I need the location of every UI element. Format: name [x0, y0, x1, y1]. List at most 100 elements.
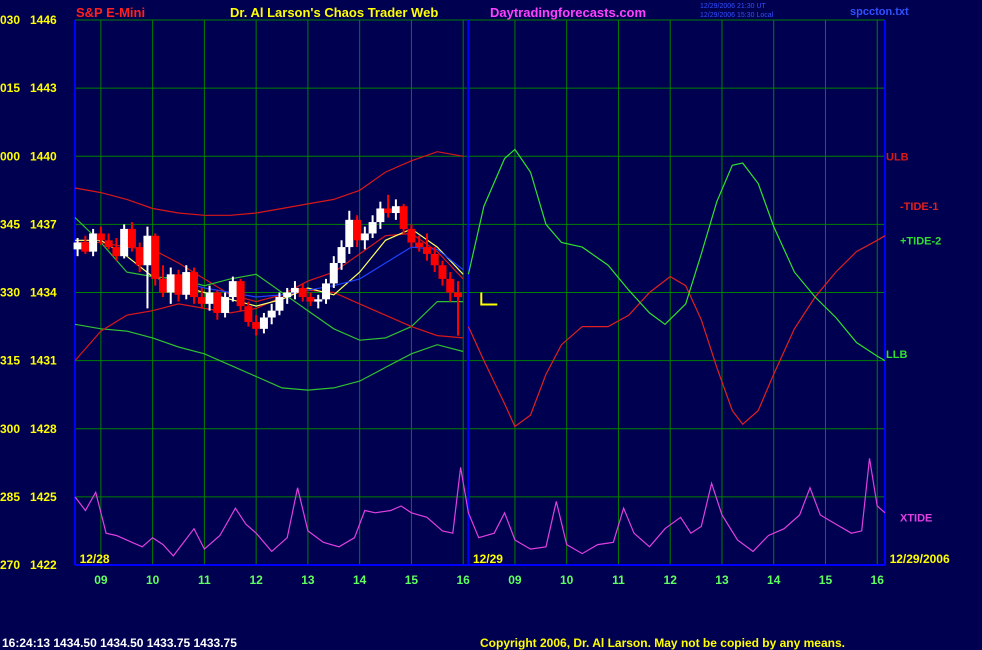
x-tick-3: 12 — [249, 573, 263, 587]
y-tick-price-6: 1428 — [30, 422, 57, 436]
y-tick-price-4: 1434 — [30, 286, 57, 300]
y-tick-price-2: 1440 — [30, 149, 57, 163]
price-bar-body-8 — [135, 247, 144, 266]
price-bar-body-32 — [322, 283, 331, 300]
price-bar-body-24 — [259, 317, 268, 329]
x-tick-10: 11 — [612, 573, 625, 587]
price-bar-body-27 — [283, 292, 292, 298]
price-bar-body-23 — [252, 322, 261, 329]
price-bar-body-35 — [345, 219, 354, 248]
price-bar-body-40 — [384, 208, 393, 214]
price-bar-body-39 — [376, 208, 385, 223]
price-bar-body-36 — [353, 219, 362, 241]
price-bar-body-10 — [151, 235, 160, 279]
price-bar-body-0 — [73, 242, 82, 250]
last-price-marker — [480, 292, 498, 306]
x-tick-9: 10 — [560, 573, 574, 587]
series-label-1: -TIDE-1 — [900, 201, 939, 213]
timestamp-local: 12/29/2006 15:30 Local — [700, 12, 774, 19]
price-bar-body-16 — [197, 297, 206, 304]
symbol-title: S&P E-Mini — [76, 5, 145, 20]
price-bar-body-19 — [221, 297, 230, 313]
series-line-1 — [74, 323, 464, 391]
price-bar-body-45 — [422, 247, 431, 254]
price-bar-body-15 — [190, 272, 199, 298]
price-bar-body-46 — [430, 253, 439, 266]
copyright-notice: Copyright 2006, Dr. Al Larson. May not b… — [480, 636, 845, 650]
price-bar-body-18 — [213, 292, 222, 313]
price-bar-body-7 — [127, 228, 136, 248]
x-tick-14: 15 — [819, 573, 833, 587]
x-tick-5: 14 — [353, 573, 367, 587]
series-line-6 — [467, 148, 886, 362]
price-bar-body-14 — [182, 272, 191, 295]
price-bar-body-48 — [446, 278, 455, 293]
y-tick-price-7: 1425 — [30, 490, 57, 504]
price-bar-body-21 — [236, 281, 245, 307]
y-tick-left-4: 330 — [0, 286, 20, 300]
price-bars — [73, 194, 498, 336]
price-bar-body-6 — [120, 228, 129, 257]
price-bar-body-9 — [143, 235, 152, 266]
price-bar-body-47 — [438, 265, 447, 279]
chaos-chart: 030 1446 015 1443 000 1440 345 1437 330 1434 315 14… — [0, 3, 950, 650]
price-bar-body-44 — [415, 242, 424, 248]
y-tick-price-0: 1446 — [30, 13, 57, 27]
price-bar-body-33 — [329, 262, 338, 284]
price-bar-body-4 — [104, 240, 113, 248]
axis-labels: 030 1446 015 1443 000 1440 345 1437 330 1434 315 14… — [0, 13, 950, 587]
price-bar-body-11 — [158, 278, 167, 293]
price-bar-body-41 — [391, 206, 400, 214]
price-bar-body-2 — [89, 233, 98, 252]
series-label-4: XTIDE — [900, 512, 932, 524]
x-tick-8: 09 — [508, 573, 522, 587]
series-line-0 — [74, 151, 464, 216]
x-tick-13: 14 — [767, 573, 781, 587]
price-bar-body-12 — [166, 274, 175, 293]
price-bar-body-13 — [174, 274, 183, 295]
x-tick-11: 12 — [664, 573, 678, 587]
day-label-1: 12/29 — [473, 552, 503, 566]
price-bar-body-22 — [244, 306, 253, 323]
day-label-0: 12/28 — [80, 552, 110, 566]
y-tick-price-8: 1422 — [30, 558, 57, 572]
chart-title: Dr. Al Larson's Chaos Trader Web — [230, 5, 438, 20]
x-tick-6: 15 — [405, 573, 419, 587]
y-tick-left-2: 000 — [0, 149, 20, 163]
site-name[interactable]: Daytradingforecasts.com — [490, 5, 646, 20]
series-line-7 — [74, 458, 886, 557]
x-tick-12: 13 — [715, 573, 729, 587]
x-tick-2: 11 — [198, 573, 211, 587]
series-line-5 — [467, 235, 886, 428]
price-bar-body-30 — [306, 297, 315, 302]
price-bar-body-5 — [112, 247, 121, 257]
quote-readout: 16:24:13 1434.50 1434.50 1433.75 1433.75 — [2, 636, 237, 650]
x-tick-1: 10 — [146, 573, 160, 587]
series-layer — [74, 148, 886, 557]
y-tick-left-8: 270 — [0, 558, 20, 572]
price-bar-body-38 — [368, 222, 377, 234]
timestamp-ut: 12/29/2006 21:30 UT — [700, 3, 766, 10]
price-bar-body-37 — [360, 233, 369, 241]
price-bar-body-34 — [337, 247, 346, 263]
price-bar-body-43 — [407, 228, 416, 243]
y-tick-left-1: 015 — [0, 81, 20, 95]
series-label-3: LLB — [886, 349, 907, 361]
x-tick-15: 16 — [871, 573, 885, 587]
price-bar-body-31 — [314, 299, 323, 302]
price-bar-body-26 — [275, 297, 284, 311]
data-filename: spccton.txt — [850, 6, 909, 18]
price-bar-body-17 — [205, 292, 214, 304]
day-label-2: 12/29/2006 — [890, 552, 950, 566]
price-bar-body-25 — [267, 310, 276, 318]
price-bar-body-42 — [399, 206, 408, 229]
y-tick-left-7: 285 — [0, 490, 20, 504]
y-tick-left-0: 030 — [0, 13, 20, 27]
y-tick-price-1: 1443 — [30, 81, 57, 95]
price-bar-body-1 — [81, 242, 90, 252]
series-line-4 — [74, 289, 464, 361]
price-bar-body-49 — [454, 292, 463, 298]
price-bar-body-28 — [290, 287, 299, 293]
y-tick-left-3: 345 — [0, 217, 20, 231]
price-bar-body-29 — [298, 287, 307, 298]
